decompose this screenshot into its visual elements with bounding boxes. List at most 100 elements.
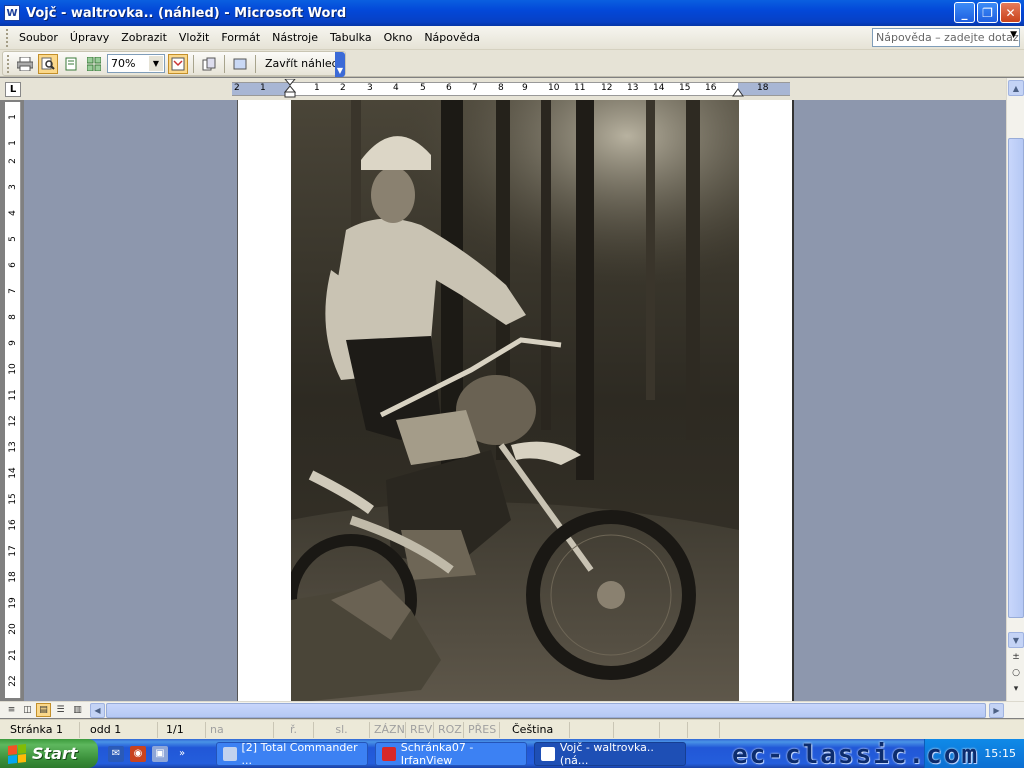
window-title: Vojč - waltrovka.. (náhled) - Microsoft …	[26, 5, 347, 21]
scroll-left-icon[interactable]: ◀	[90, 703, 105, 718]
status-track-changes[interactable]: REV	[406, 721, 434, 738]
status-extend[interactable]: ROZ	[434, 721, 464, 738]
toolbar-options-icon[interactable]: ▼	[335, 52, 345, 77]
toolbar-separator	[224, 54, 225, 73]
next-page-icon[interactable]: ▾	[1010, 683, 1022, 695]
previous-page-icon[interactable]: ±	[1010, 651, 1022, 663]
motocross-photo[interactable]	[291, 100, 739, 701]
menu-tabulka[interactable]: Tabulka	[324, 31, 378, 44]
document-area[interactable]	[24, 100, 1006, 701]
toolbar-separator	[255, 54, 256, 73]
ruler-number: 19	[8, 597, 18, 609]
status-record[interactable]: ZÁZN	[370, 721, 406, 738]
right-indent-marker-icon[interactable]	[732, 87, 744, 97]
status-language[interactable]: Čeština	[500, 721, 570, 738]
vertical-scroll-thumb[interactable]	[1008, 138, 1024, 618]
vertical-scrollbar[interactable]: ▲ ▼ ± ○ ▾	[1006, 78, 1024, 701]
ruler-number: 13	[627, 83, 639, 93]
ruler-number: 1	[260, 83, 266, 93]
reading-layout-view-icon[interactable]: ▥	[70, 703, 85, 717]
ruler-number: 1	[8, 140, 18, 146]
close-button[interactable]: ✕	[1000, 2, 1021, 23]
status-empty	[614, 721, 660, 738]
mail-icon[interactable]: ✉	[108, 745, 124, 762]
zoom-select[interactable]: 70% ▼	[107, 54, 165, 73]
print-preview-toolbar: 70% ▼ Zavřít náhled ▼	[0, 50, 1024, 77]
status-page: Stránka 1	[0, 721, 80, 738]
word-app-icon[interactable]: W	[4, 5, 20, 21]
task-irfanview[interactable]: Schránka07 - IrfanView	[375, 741, 527, 767]
menu-zobrazit[interactable]: Zobrazit	[115, 31, 173, 44]
window-controls: _ ❐ ✕	[954, 2, 1021, 23]
ruler-number: 11	[8, 389, 18, 401]
title-bar: W Vojč - waltrovka.. (náhled) - Microsof…	[0, 0, 1024, 26]
horizontal-scrollbar[interactable]: ◀ ▶	[90, 703, 1004, 718]
task-label: Schránka07 - IrfanView	[400, 741, 474, 767]
document-page[interactable]	[237, 100, 794, 701]
indent-marker-icon[interactable]	[284, 79, 296, 99]
menu-upravy[interactable]: Úpravy	[64, 31, 115, 44]
ruler-number: 7	[8, 288, 18, 294]
maximize-button[interactable]: ❐	[977, 2, 998, 23]
menu-bar: Soubor Úpravy Zobrazit Vložit Formát Nás…	[0, 26, 1024, 50]
task-label: [2] Total Commander ...	[241, 741, 358, 767]
horizontal-scroll-row: ≡ ◫ ▤ ☰ ▥ ◀ ▶	[0, 701, 1024, 718]
horizontal-ruler[interactable]: 2 1 1 2 3 4 5 6 7 8 9 10 11 12 13 14 15 …	[232, 79, 790, 99]
task-total-commander[interactable]: [2] Total Commander ...	[216, 741, 368, 767]
ruler-number: 15	[679, 83, 691, 93]
scroll-right-icon[interactable]: ▶	[989, 703, 1004, 718]
quick-launch-more-icon[interactable]: »	[174, 746, 190, 762]
toolbar-grip[interactable]	[7, 54, 10, 73]
menu-napoveda[interactable]: Nápověda	[418, 31, 486, 44]
total-commander-icon	[223, 747, 237, 761]
save-icon[interactable]: ▣	[152, 745, 168, 762]
ruler-number: 14	[653, 83, 665, 93]
view-ruler-icon[interactable]	[168, 53, 188, 74]
ruler-number: 12	[601, 83, 613, 93]
status-overtype[interactable]: PŘES	[464, 721, 500, 738]
start-button[interactable]: Start	[0, 739, 98, 768]
menu-vlozit[interactable]: Vložit	[173, 31, 215, 44]
app-icon[interactable]: ◉	[130, 745, 146, 762]
chevron-down-icon[interactable]: ▼	[149, 56, 163, 71]
ruler-number: 10	[8, 363, 18, 375]
ruler-number: 1	[314, 83, 320, 93]
shrink-to-fit-icon[interactable]	[199, 54, 219, 74]
print-icon[interactable]	[15, 54, 35, 74]
menu-grip[interactable]	[6, 28, 9, 47]
status-column: sl.	[314, 721, 370, 738]
normal-view-icon[interactable]: ≡	[4, 703, 19, 717]
print-layout-view-icon[interactable]: ▤	[36, 703, 51, 717]
vertical-ruler[interactable]: 1 1 2 3 4 5 6 7 8 9 10 11 12 13 14 15 16…	[5, 102, 21, 698]
menu-nastroje[interactable]: Nástroje	[266, 31, 324, 44]
task-word[interactable]: Vojč - waltrovka.. (ná...	[534, 741, 686, 767]
chevron-down-icon[interactable]: ▼	[1010, 30, 1017, 40]
ruler-number: 9	[522, 83, 528, 93]
multiple-pages-icon[interactable]	[84, 54, 104, 74]
full-screen-icon[interactable]	[230, 54, 250, 74]
one-page-icon[interactable]	[61, 54, 81, 74]
tab-selector[interactable]: L	[5, 82, 21, 97]
minimize-button[interactable]: _	[954, 2, 975, 23]
outline-view-icon[interactable]: ☰	[53, 703, 68, 717]
ruler-number: 4	[8, 210, 18, 216]
menu-okno[interactable]: Okno	[378, 31, 419, 44]
help-search-input[interactable]: Nápověda – zadejte dotaz ▼	[872, 28, 1020, 47]
close-preview-button[interactable]: Zavřít náhled	[261, 57, 343, 70]
scroll-up-icon[interactable]: ▲	[1008, 80, 1024, 96]
status-empty	[660, 721, 688, 738]
select-browse-object-icon[interactable]: ○	[1010, 667, 1022, 679]
tray-clock[interactable]: 15:15	[984, 747, 1016, 760]
menu-format[interactable]: Formát	[215, 31, 266, 44]
web-layout-view-icon[interactable]: ◫	[20, 703, 35, 717]
ruler-number: 13	[8, 441, 18, 453]
ruler-number: 8	[8, 314, 18, 320]
magnifier-icon[interactable]	[38, 53, 58, 74]
ruler-number: 1	[8, 114, 18, 120]
menu-soubor[interactable]: Soubor	[13, 31, 64, 44]
ruler-number: 4	[393, 83, 399, 93]
ruler-row: L 2 1 1 2 3 4 5 6 7 8 9 10 11 12 13 14 1…	[0, 78, 1024, 100]
horizontal-scroll-thumb[interactable]	[106, 703, 986, 718]
ruler-number: 14	[8, 467, 18, 479]
scroll-down-icon[interactable]: ▼	[1008, 632, 1024, 648]
